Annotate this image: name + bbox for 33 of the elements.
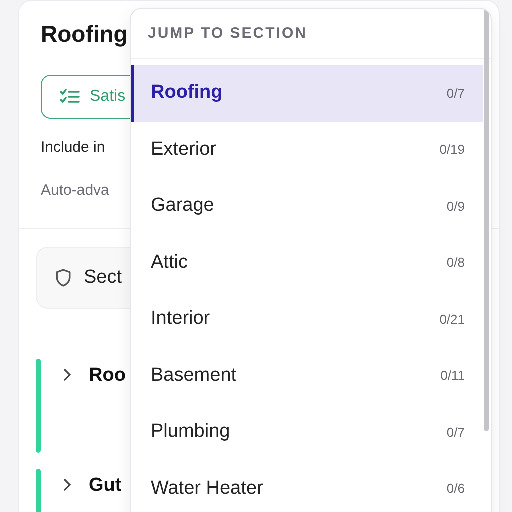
- menu-item[interactable]: Attic 0/8: [131, 234, 483, 291]
- menu-item-label: Garage: [151, 195, 214, 218]
- scrollbar-thumb[interactable]: [484, 9, 489, 431]
- item-count: 0/7: [446, 424, 465, 440]
- chevron-icon[interactable]: [62, 478, 72, 492]
- menu-item-label: Plumbing: [151, 421, 230, 444]
- checklist-icon: [60, 89, 80, 105]
- item-count: 0/9: [446, 198, 465, 214]
- shield-icon: [55, 268, 72, 288]
- menu-item-label: Basement: [151, 364, 237, 387]
- menu-item[interactable]: Plumbing 0/7: [131, 404, 483, 460]
- include-label: Include in: [41, 139, 106, 156]
- group-title: Gut: [89, 475, 122, 497]
- item-count: 0/21: [440, 312, 465, 327]
- item-count: 0/7: [446, 86, 465, 101]
- menu-item-label: Attic: [151, 252, 188, 274]
- chevron-icon[interactable]: [62, 368, 72, 382]
- menu-item-label: Water Heater: [151, 478, 264, 500]
- item-count: 0/11: [440, 368, 465, 384]
- auto-advance-label: Auto-adva: [41, 182, 110, 199]
- menu-item[interactable]: Basement 0/11: [131, 348, 483, 404]
- menu-item[interactable]: Water Heater 0/6: [131, 460, 483, 512]
- menu-item-label: Exterior: [151, 138, 216, 161]
- menu-item-label: Interior: [151, 308, 210, 330]
- menu-item[interactable]: Exterior 0/19: [131, 122, 483, 178]
- menu-item[interactable]: Roofing 0/7: [131, 65, 483, 122]
- item-count: 0/8: [446, 255, 465, 270]
- page-title: Roofing: [41, 21, 128, 49]
- group-title: Roo: [89, 365, 126, 387]
- menu-item[interactable]: Garage 0/9: [131, 178, 483, 234]
- item-count: 0/19: [440, 142, 465, 158]
- menu-item[interactable]: Interior 0/21: [131, 291, 483, 348]
- item-count: 0/6: [446, 481, 465, 496]
